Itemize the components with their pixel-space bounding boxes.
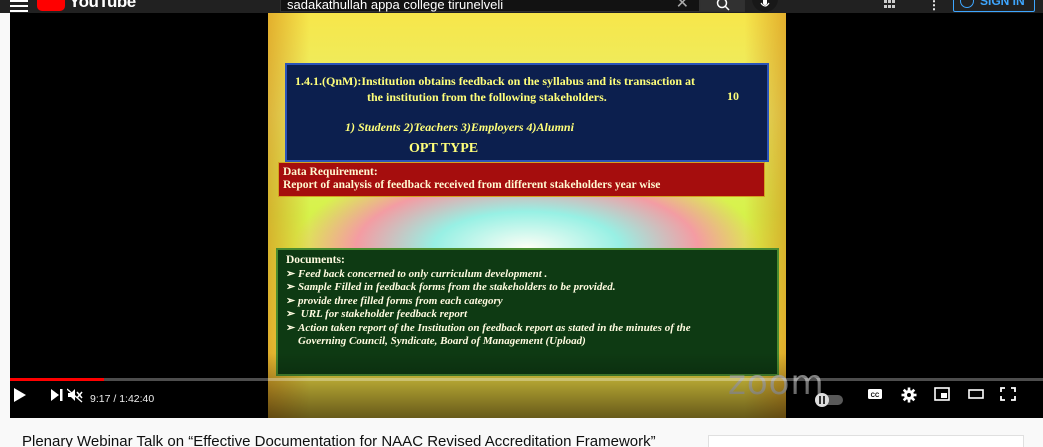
search-input[interactable]: sadakathullah appa college tirunelveli ✕ [280,0,700,12]
criterion-box: 1.4.1.(QnM):Institution obtains feedback… [285,63,769,162]
masthead: YouTube sadakathullah appa college tirun… [0,0,1043,13]
search-button[interactable] [700,0,745,12]
criterion-marks: 10 [727,89,739,103]
data-requirement-title: Data Requirement: [283,166,378,178]
miniplayer-icon[interactable] [934,387,950,401]
mute-volume-icon[interactable] [67,387,83,403]
fullscreen-icon[interactable] [1000,387,1016,401]
youtube-play-icon [37,0,65,11]
logo-text: YouTube [69,0,136,11]
document-item-continuation: Governing Council, Syndicate, Board of M… [298,335,586,347]
microphone-icon [760,0,770,7]
next-video-icon[interactable] [50,387,64,403]
stakeholders-list: 1) Students 2)Teachers 3)Employers 4)Alu… [345,120,574,134]
criterion-heading: 1.4.1.(QnM):Institution obtains feedback… [295,73,760,105]
video-title: Plenary Webinar Talk on “Effective Docum… [22,433,656,447]
progress-bar[interactable] [10,378,1043,381]
document-item: Action taken report of the Institution o… [286,322,769,336]
data-requirement-text: Report of analysis of feedback received … [283,179,661,191]
document-item: Feed back concerned to only curriculum d… [286,268,769,282]
settings-gear-icon[interactable] [901,387,917,403]
captions-icon[interactable]: CC [867,387,883,401]
sign-in-label: SIGN IN [980,0,1025,8]
user-icon [960,0,974,8]
document-item: Sample Filled in feedback forms from the… [286,281,769,295]
search-icon [716,0,730,11]
documents-title: Documents: [286,254,345,266]
apps-grid-icon[interactable] [884,0,896,9]
document-item: URL for stakeholder feedback report [286,308,769,322]
theater-mode-icon[interactable] [968,387,984,401]
settings-kebab-icon[interactable]: ⋮ [928,0,940,12]
opt-type-label: OPT TYPE [409,141,479,156]
document-item: provide three filled forms from each cat… [286,295,769,309]
voice-search-button[interactable] [752,0,778,12]
youtube-logo[interactable]: YouTube [37,0,136,12]
criterion-heading-line2: the institution from the following stake… [367,90,607,104]
sidebar-card[interactable] [708,435,1024,447]
hamburger-menu-icon[interactable] [10,0,28,13]
criterion-heading-line1: 1.4.1.(QnM):Institution obtains feedback… [295,74,696,88]
controls-gradient [10,353,1043,418]
video-player[interactable]: 1.4.1.(QnM):Institution obtains feedback… [10,13,1043,418]
svg-text:CC: CC [871,393,880,399]
play-icon[interactable] [13,387,27,403]
autoplay-pause-icon [815,393,829,407]
data-requirement-box: Data Requirement: Report of analysis of … [278,162,765,197]
sign-in-button[interactable]: SIGN IN [953,0,1035,12]
time-display: 9:17 / 1:42:40 [90,393,155,405]
search-query[interactable]: sadakathullah appa college tirunelveli [287,0,503,12]
clear-search-icon[interactable]: ✕ [676,0,689,13]
progress-played [10,378,104,381]
autoplay-toggle[interactable] [815,393,843,407]
